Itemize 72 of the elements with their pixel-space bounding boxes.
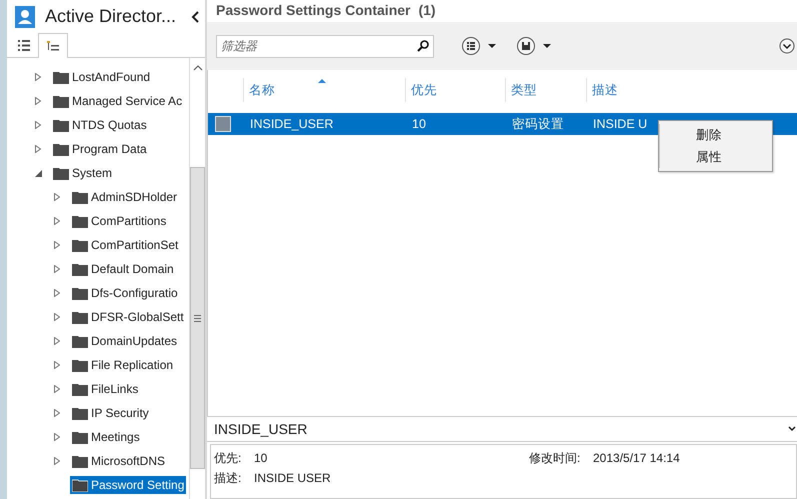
expand-icon[interactable] (779, 38, 795, 54)
tree-item[interactable]: Password Setting (70, 476, 186, 494)
folder-icon (72, 286, 88, 300)
tree-item[interactable]: IP Security (70, 404, 151, 422)
collapse-icon[interactable] (191, 10, 199, 22)
details-title: INSIDE_USER (214, 421, 308, 437)
settings-object-icon (215, 116, 231, 132)
tree-icon (47, 40, 59, 52)
field-label: 修改时间: (529, 450, 582, 466)
folder-icon (72, 478, 88, 492)
folder-icon (72, 190, 88, 204)
folder-icon (72, 430, 88, 444)
folder-icon (72, 238, 88, 252)
search-icon[interactable] (417, 40, 429, 52)
user-icon (15, 6, 35, 28)
field-label: 描述: (214, 470, 242, 486)
tree-item[interactable]: NTDS Quotas (51, 116, 149, 134)
tree-item[interactable]: Program Data (51, 140, 149, 158)
collapse-icon[interactable] (35, 170, 42, 176)
folder-icon (72, 358, 88, 372)
tree-item[interactable]: LostAndFound (51, 68, 152, 86)
save-dropdown-button[interactable] (516, 36, 554, 56)
folder-icon (53, 118, 69, 132)
field-value: 2013/5/17 14:14 (593, 451, 680, 465)
table-cell-text: INSIDE U (592, 117, 648, 131)
tree-item[interactable]: ComPartitionSet (70, 236, 180, 254)
column-header[interactable]: 描述 (586, 78, 752, 102)
table-cell-text: 10 (411, 117, 427, 131)
field-value: INSIDE USER (254, 471, 331, 485)
tree-item[interactable]: File Replication (70, 356, 176, 374)
table-cell-text: 密码设置 (511, 116, 565, 132)
menu-item[interactable]: 删除 (659, 124, 772, 146)
filter-field[interactable]: 筛选器 (216, 34, 434, 58)
view-dropdown-button[interactable] (461, 36, 499, 56)
folder-icon (53, 70, 69, 84)
folder-icon (72, 334, 88, 348)
list-icon (18, 40, 30, 50)
folder-icon (72, 406, 88, 420)
table-cell-text: INSIDE_USER (249, 117, 334, 131)
tree-item[interactable]: Dfs-Configuratio (70, 284, 180, 302)
folder-icon (72, 382, 88, 396)
tree-item[interactable]: Managed Service Ac (51, 92, 184, 110)
column-header[interactable]: 类型 (505, 78, 586, 102)
folder-icon (53, 94, 69, 108)
column-header[interactable]: 名称 (243, 78, 405, 102)
menu-item[interactable]: 属性 (659, 146, 772, 168)
panel-title: Active Director... (45, 6, 178, 27)
field-label: 优先: (214, 450, 242, 466)
collapse-icon[interactable] (788, 426, 796, 432)
tree-item[interactable]: DomainUpdates (70, 332, 180, 350)
folder-icon (53, 166, 69, 180)
folder-icon (53, 142, 69, 156)
tree-item[interactable]: ComPartitions (70, 212, 168, 230)
tree-item[interactable]: Default Domain (70, 260, 176, 278)
field-value: 10 (254, 451, 268, 465)
tree-item[interactable]: DFSR-GlobalSett (70, 308, 186, 326)
folder-icon (72, 214, 88, 228)
scrollbar[interactable] (189, 58, 205, 499)
grip-icon[interactable] (194, 314, 201, 322)
tree-item[interactable]: AdminSDHolder (70, 188, 180, 206)
tree-item[interactable]: MicrosoftDNS (70, 452, 168, 470)
item-count: (1) (418, 2, 436, 18)
folder-icon (72, 454, 88, 468)
container-title: Password Settings Container (216, 2, 410, 18)
tree-item[interactable]: System (51, 164, 114, 182)
column-header[interactable]: 优先 (405, 78, 505, 102)
folder-icon (72, 262, 88, 276)
folder-icon (72, 310, 88, 324)
tree-item[interactable]: Meetings (70, 428, 142, 446)
scroll-up-icon[interactable] (192, 65, 202, 71)
tree-view-tab[interactable] (38, 33, 68, 58)
tree-item[interactable]: FileLinks (70, 380, 140, 398)
